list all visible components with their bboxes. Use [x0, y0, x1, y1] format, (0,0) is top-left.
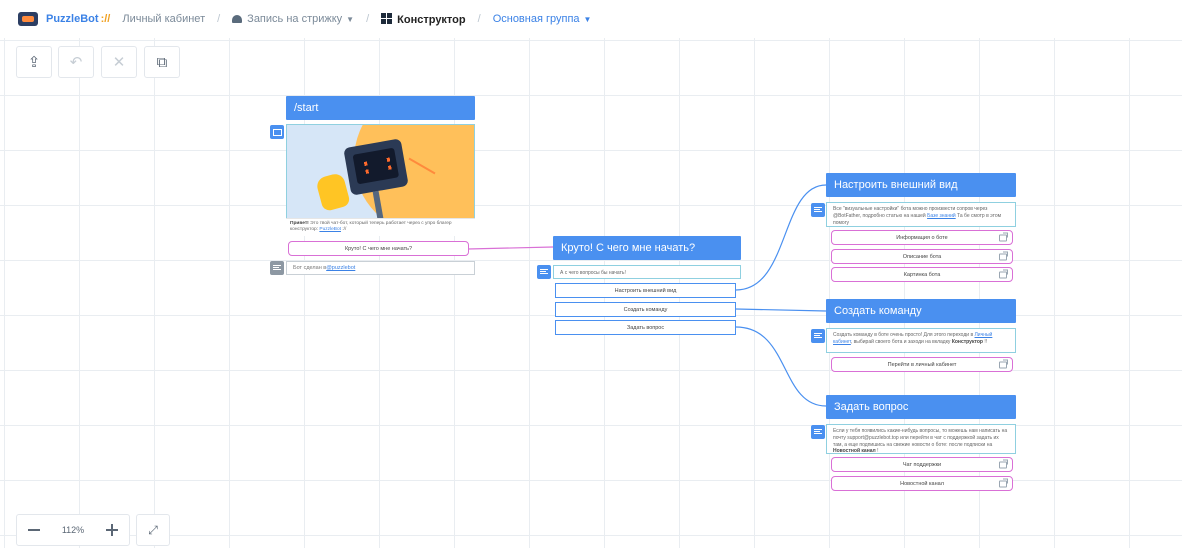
text-icon[interactable] [270, 261, 284, 275]
support-chat-button[interactable]: Чат поддержки [831, 457, 1013, 472]
zoom-level: 112% [61, 525, 85, 535]
text-icon[interactable] [537, 265, 551, 279]
start-button[interactable]: Круто! С чего мне начать? [288, 241, 469, 256]
brand-slash: :// [100, 13, 111, 25]
image-robot-screen [352, 147, 400, 185]
command-option-label: Создать команду [623, 306, 668, 313]
add-block-icon: ⧉ [156, 53, 168, 71]
ask-node-title[interactable]: Задать вопрос [826, 395, 1016, 419]
external-link-icon [999, 478, 1008, 487]
breadcrumb-separator: / [366, 13, 370, 25]
breadcrumb-group[interactable]: Основная группа ▼ [493, 13, 592, 25]
command-message-mid: , выбирай своего бота и заходи на вкладк… [850, 338, 952, 345]
appearance-option-button[interactable]: Настроить внешний вид [555, 283, 736, 298]
appearance-message-link[interactable]: Базе знаний [927, 213, 956, 219]
question-start-node-title[interactable]: Круто! С чего мне начать? [553, 236, 741, 260]
ask-message-text: Если у тебя появились какие-нибудь вопро… [833, 428, 1008, 448]
caption-link[interactable]: PuzzleBot [319, 227, 341, 232]
brand-name[interactable]: PuzzleBot [46, 13, 99, 25]
external-link-icon [999, 269, 1008, 278]
description-bot-button[interactable]: Описание бота [831, 249, 1013, 264]
command-node-title[interactable]: Создать команду [826, 299, 1016, 323]
undo-icon: ↶ [69, 54, 83, 71]
text-icon[interactable] [811, 425, 825, 439]
upload-button[interactable]: ⇪ [16, 46, 52, 78]
expand-icon: ⤢ [148, 522, 158, 537]
grid-icon [381, 12, 393, 24]
breadcrumb-separator: / [477, 13, 481, 25]
ask-message-bold: Новостной канал [833, 448, 876, 455]
connector-start-to-question [467, 246, 554, 250]
breadcrumb-constructor-label: Конструктор [397, 13, 466, 26]
breadcrumb-bot[interactable]: Запись на стрижку ▼ [232, 13, 354, 25]
breadcrumb-cabinet[interactable]: Личный кабинет [122, 13, 205, 25]
appearance-node-title[interactable]: Настроить внешний вид [826, 173, 1016, 197]
command-message[interactable]: Создать команду в боте очень просто! Для… [826, 328, 1016, 353]
picture-bot-label: Картинка бота [903, 271, 941, 278]
chevron-down-icon: ▼ [583, 15, 592, 24]
zoom-in-button[interactable] [106, 524, 119, 536]
add-block-button[interactable]: ⧉ [144, 46, 180, 78]
close-icon: ✕ [112, 54, 126, 71]
text-icon[interactable] [811, 203, 825, 217]
appearance-message[interactable]: Все "визуальные настройки" бота можно пр… [826, 202, 1016, 227]
start-node-title[interactable]: /start [286, 96, 475, 120]
ask-message[interactable]: Если у тебя появились какие-нибудь вопро… [826, 424, 1016, 454]
caption-tail: :// [340, 227, 347, 233]
start-image-caption: Привет! Это твой чат-бот, который теперь… [286, 218, 475, 236]
breadcrumb-bot-label: Запись на стрижку [247, 13, 343, 25]
chevron-down-icon: ▼ [346, 15, 355, 24]
open-cabinet-label: Перейти в личный кабинет [887, 361, 957, 368]
zoom-out-button[interactable] [27, 529, 40, 531]
text-icon[interactable] [811, 329, 825, 343]
news-channel-label: Новостной канал [900, 480, 944, 487]
question-option-label: Задать вопрос [626, 324, 665, 331]
support-chat-label: Чат поддержки [902, 461, 942, 468]
start-button-label: Круто! С чего мне начать? [344, 245, 413, 252]
command-option-button[interactable]: Создать команду [555, 302, 736, 317]
external-link-icon [999, 251, 1008, 260]
command-message-tail: !! [982, 338, 988, 345]
undo-button[interactable]: ↶ [58, 46, 94, 78]
ask-message-tail: ! [875, 448, 879, 455]
caption-text: Это твой чат-бот, который теперь работае… [290, 221, 452, 233]
image-icon[interactable] [270, 125, 284, 139]
breadcrumb-constructor[interactable]: Конструктор [381, 12, 466, 26]
appearance-option-label: Настроить внешний вид [614, 287, 677, 294]
start-note[interactable]: Бот сделан в @puzzlebot [286, 261, 475, 275]
zoom-controls: 112% [16, 514, 130, 546]
question-start-message[interactable]: А с чего вопросы бы начать! [553, 265, 741, 279]
image-hand-shape [315, 171, 351, 213]
breadcrumb-group-label: Основная группа [492, 13, 580, 25]
external-link-icon [999, 459, 1008, 468]
info-bot-label: Информация о боте [896, 234, 948, 241]
info-bot-button[interactable]: Информация о боте [831, 230, 1013, 245]
top-bar: PuzzleBot :// Личный кабинет / Запись на… [0, 0, 1182, 38]
picture-bot-button[interactable]: Картинка бота [831, 267, 1013, 282]
command-message-text: Создать команду в боте очень просто! Для… [833, 332, 974, 338]
bot-icon [232, 15, 243, 23]
puzzlebot-logo-icon[interactable] [18, 12, 38, 26]
command-message-bold: Конструктор [951, 338, 983, 345]
note-prefix: Бот сделан в [293, 265, 327, 271]
breadcrumb-separator: / [217, 13, 221, 25]
note-link[interactable]: @puzzlebot [326, 265, 355, 271]
caption-bold: Привет! [290, 221, 309, 226]
fit-screen-button[interactable]: ⤢ [136, 514, 170, 546]
news-channel-button[interactable]: Новостной канал [831, 476, 1013, 491]
external-link-icon [999, 359, 1008, 368]
question-option-button[interactable]: Задать вопрос [555, 320, 736, 335]
upload-icon: ⇪ [27, 54, 41, 71]
image-robot-shape [343, 138, 409, 196]
description-bot-label: Описание бота [902, 253, 942, 260]
open-cabinet-button[interactable]: Перейти в личный кабинет [831, 357, 1013, 372]
external-link-icon [999, 232, 1008, 241]
delete-button[interactable]: ✕ [101, 46, 137, 78]
connector-command [735, 308, 827, 312]
connector-appearance [735, 184, 827, 291]
